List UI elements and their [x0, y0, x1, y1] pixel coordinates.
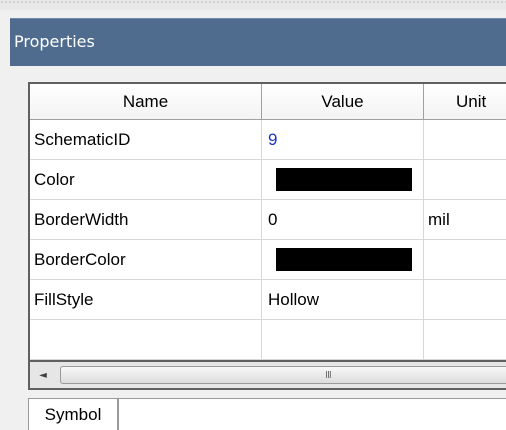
property-unit[interactable]: mil	[424, 200, 506, 239]
color-swatch[interactable]	[276, 168, 412, 191]
top-dotted-pattern	[0, 0, 506, 4]
column-header-unit[interactable]: Unit	[424, 84, 506, 119]
property-value[interactable]	[262, 320, 424, 359]
top-border-strip	[0, 0, 506, 10]
property-name[interactable]: BorderColor	[30, 240, 262, 279]
property-value[interactable]	[262, 160, 424, 199]
column-header-value[interactable]: Value	[262, 84, 424, 119]
grid-header: Name Value Unit	[30, 84, 506, 120]
property-value[interactable]: 9	[262, 120, 424, 159]
column-header-name[interactable]: Name	[30, 84, 262, 119]
property-row-empty[interactable]	[30, 320, 506, 360]
property-unit[interactable]	[424, 280, 506, 319]
property-name[interactable]: FillStyle	[30, 280, 262, 319]
property-unit[interactable]	[424, 120, 506, 159]
property-value[interactable]: 0	[262, 200, 424, 239]
properties-window: Properties Name Value Unit SchematicID 9…	[0, 0, 506, 430]
properties-titlebar: Properties	[10, 18, 506, 66]
property-value[interactable]	[262, 240, 424, 279]
property-name[interactable]: Color	[30, 160, 262, 199]
scrollbar-grip-icon: III	[325, 370, 332, 381]
property-value[interactable]: Hollow	[262, 280, 424, 319]
property-row-borderwidth[interactable]: BorderWidth 0 mil	[30, 200, 506, 240]
property-row-schematicid[interactable]: SchematicID 9	[30, 120, 506, 160]
property-name[interactable]	[30, 320, 262, 359]
property-row-bordercolor[interactable]: BorderColor	[30, 240, 506, 280]
property-row-fillstyle[interactable]: FillStyle Hollow	[30, 280, 506, 320]
property-name[interactable]: SchematicID	[30, 120, 262, 159]
property-unit[interactable]	[424, 160, 506, 199]
property-row-color[interactable]: Color	[30, 160, 506, 200]
color-swatch[interactable]	[276, 248, 412, 271]
property-name[interactable]: BorderWidth	[30, 200, 262, 239]
panel-title: Properties	[14, 32, 95, 51]
tab-strip-area	[118, 398, 506, 430]
horizontal-scrollbar[interactable]: ◄ III	[28, 362, 506, 390]
properties-grid: Name Value Unit SchematicID 9 Color Bord…	[28, 82, 506, 362]
tab-symbol[interactable]: Symbol	[28, 398, 118, 430]
scrollbar-thumb[interactable]: III	[60, 366, 506, 384]
scroll-left-arrow-icon[interactable]: ◄	[32, 365, 54, 385]
property-unit[interactable]	[424, 320, 506, 359]
property-unit[interactable]	[424, 240, 506, 279]
